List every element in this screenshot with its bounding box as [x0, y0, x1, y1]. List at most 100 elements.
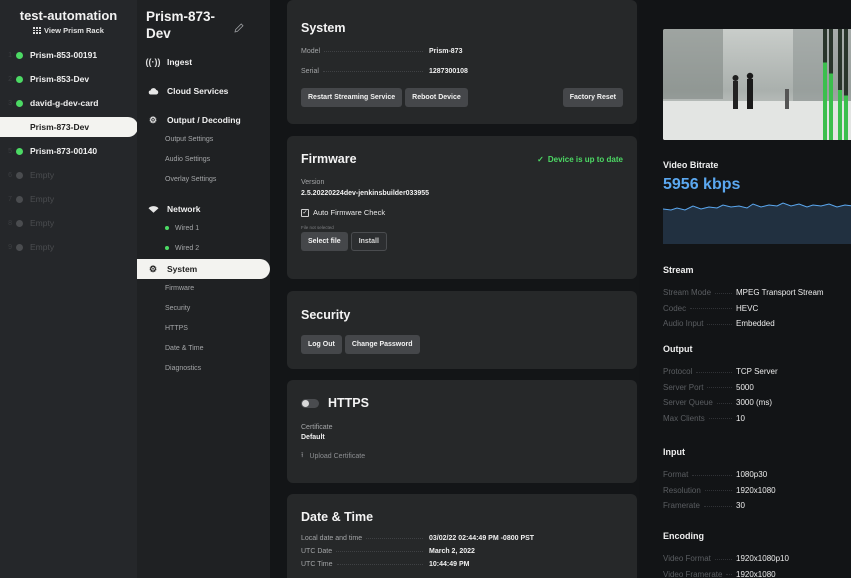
- output-row-label: Server Queue: [663, 397, 736, 409]
- device-item[interactable]: 1 Prism-853-00191: [0, 45, 137, 65]
- date-time-card: Date & Time Local date and time 03/02/22…: [287, 494, 637, 578]
- device-item[interactable]: 8 Empty: [0, 213, 137, 233]
- encoding-row-label-text: Video Framerate: [663, 569, 723, 578]
- output-row-label: Protocol: [663, 366, 736, 378]
- change-password-button[interactable]: Change Password: [344, 335, 420, 354]
- encoding-row-label: Video Format: [663, 553, 736, 565]
- status-dot-icon: [16, 147, 23, 155]
- checkbox-checked-icon[interactable]: ✓: [301, 208, 309, 217]
- device-name: Empty: [30, 170, 55, 180]
- nav-system-label: System: [167, 264, 198, 274]
- gear-icon: ⚙: [148, 263, 158, 274]
- nav-system[interactable]: ⚙ System: [137, 259, 270, 279]
- audio-meter-left: [823, 29, 827, 140]
- device-item[interactable]: 9 Empty: [0, 237, 137, 257]
- certificate-label: Certificate: [301, 424, 333, 431]
- status-dot-icon: [16, 195, 23, 203]
- device-item[interactable]: 6 Empty: [0, 165, 137, 185]
- input-row-value: 1080p30: [736, 470, 768, 479]
- nav-date-time[interactable]: Date & Time: [137, 339, 270, 359]
- version-value: 2.5.20220224dev-jenkinsbuilder033955: [301, 190, 430, 197]
- nav-diagnostics[interactable]: Diagnostics: [137, 359, 270, 379]
- model-row: Model Prism-873: [301, 43, 623, 60]
- output-row: Max Clients 10: [663, 413, 745, 425]
- nav-ingest[interactable]: ((·)) Ingest: [137, 52, 270, 72]
- input-row: Framerate 30: [663, 500, 745, 512]
- device-item[interactable]: 7 Empty: [0, 189, 137, 209]
- bitrate-graph: [663, 202, 851, 244]
- device-slot-number: 2: [8, 75, 12, 83]
- utc-date-row: UTC Date March 2, 2022: [301, 545, 623, 558]
- security-card: Security Log Out Change Password: [287, 291, 637, 369]
- nav-output-label: Output / Decoding: [167, 115, 241, 125]
- output-row-label-text: Max Clients: [663, 413, 705, 423]
- device-item[interactable]: 5 Prism-873-00140: [0, 141, 137, 161]
- factory-reset-button[interactable]: Factory Reset: [562, 88, 623, 107]
- settings-content: System Model Prism-873 Serial 1287300108…: [270, 0, 639, 578]
- device-name: Prism-873-Dev: [30, 122, 90, 132]
- firmware-status: ✓ Device is up to date: [537, 155, 623, 164]
- input-row: Format 1080p30: [663, 469, 767, 481]
- output-row-label-text: Server Queue: [663, 398, 713, 407]
- auto-firmware-check[interactable]: ✓ Auto Firmware Check: [301, 208, 623, 217]
- nav-firmware[interactable]: Firmware: [137, 279, 270, 299]
- view-rack-label: View Prism Rack: [44, 26, 104, 35]
- https-card: HTTPS Certificate Default ⭱ Upload Certi…: [287, 380, 637, 483]
- stream-row-label-text: Audio Input: [663, 319, 704, 328]
- nav-cloud-label: Cloud Services: [167, 86, 229, 96]
- device-slot-number: 8: [8, 219, 12, 227]
- stream-row: Stream Mode MPEG Transport Stream: [663, 287, 824, 299]
- status-dot-icon: [16, 99, 23, 107]
- encoding-row: Video Framerate 1920x1080: [663, 569, 776, 578]
- nav-overlay-settings[interactable]: Overlay Settings: [137, 170, 270, 190]
- nav-network[interactable]: Network: [137, 199, 270, 219]
- status-dot-icon: [16, 219, 23, 227]
- output-row-value: 5000: [736, 382, 754, 392]
- nav-cloud-services[interactable]: Cloud Services: [137, 81, 270, 101]
- connected-dot-icon: [165, 226, 169, 231]
- local-time-row: Local date and time 03/02/22 02:44:49 PM…: [301, 532, 623, 545]
- model-label: Model: [301, 48, 321, 55]
- pencil-icon[interactable]: [233, 22, 245, 34]
- firmware-card: Firmware ✓ Device is up to date Version …: [287, 136, 637, 279]
- stream-row-value: HEVC: [736, 303, 759, 313]
- device-item[interactable]: 2 Prism-853-Dev: [0, 69, 137, 89]
- nav-wired1[interactable]: Wired 1: [137, 219, 270, 239]
- https-toggle[interactable]: [301, 398, 319, 408]
- output-row-label: Server Port: [663, 382, 736, 394]
- nav-https[interactable]: HTTPS: [137, 319, 270, 339]
- serial-value: 1287300108: [429, 68, 468, 75]
- reboot-device-button[interactable]: Reboot Device: [405, 88, 468, 107]
- video-preview[interactable]: [663, 29, 851, 140]
- log-out-button[interactable]: Log Out: [301, 335, 342, 354]
- version-label: Version: [301, 179, 325, 186]
- cloud-icon: [147, 85, 159, 97]
- install-button[interactable]: Install: [350, 232, 387, 251]
- grid-icon: [33, 27, 42, 34]
- serial-row: Serial 1287300108: [301, 63, 623, 80]
- utc-time-value: 10:44:49 PM: [429, 561, 470, 568]
- nav-wired2[interactable]: Wired 2: [137, 239, 270, 259]
- nav-output-settings[interactable]: Output Settings: [137, 130, 270, 150]
- device-item[interactable]: 3 david-g-dev-card: [0, 93, 137, 113]
- view-rack-link[interactable]: View Prism Rack: [0, 26, 137, 35]
- nav-wired2-label: Wired 2: [175, 245, 200, 252]
- nav-security[interactable]: Security: [137, 299, 270, 319]
- device-list: 1 Prism-853-00191 2 Prism-853-Dev 3 david-g-d…: [0, 45, 138, 257]
- firmware-title: Firmware: [301, 152, 357, 166]
- settings-nav: Prism-873-Dev ((·)) Ingest Cloud Service…: [137, 0, 270, 578]
- nav-output-decoding[interactable]: ⚙ Output / Decoding: [137, 110, 270, 130]
- device-item[interactable]: 4 Prism-873-Dev: [0, 117, 138, 137]
- output-row-label-text: Server Port: [663, 382, 704, 392]
- nav-wired1-label: Wired 1: [175, 225, 200, 232]
- nav-audio-settings[interactable]: Audio Settings: [137, 150, 270, 170]
- output-row-value: TCP Server: [736, 367, 778, 376]
- device-name: david-g-dev-card: [30, 98, 99, 108]
- select-file-button[interactable]: Select file: [301, 232, 348, 251]
- restart-streaming-button[interactable]: Restart Streaming Service: [301, 88, 403, 107]
- upload-certificate-button[interactable]: ⭱ Upload Certificate: [301, 451, 623, 462]
- output-row-label-text: Protocol: [663, 367, 693, 376]
- output-row: Server Queue 3000 (ms): [663, 397, 772, 409]
- nav-ingest-label: Ingest: [167, 57, 193, 67]
- input-row-label-text: Framerate: [663, 501, 700, 510]
